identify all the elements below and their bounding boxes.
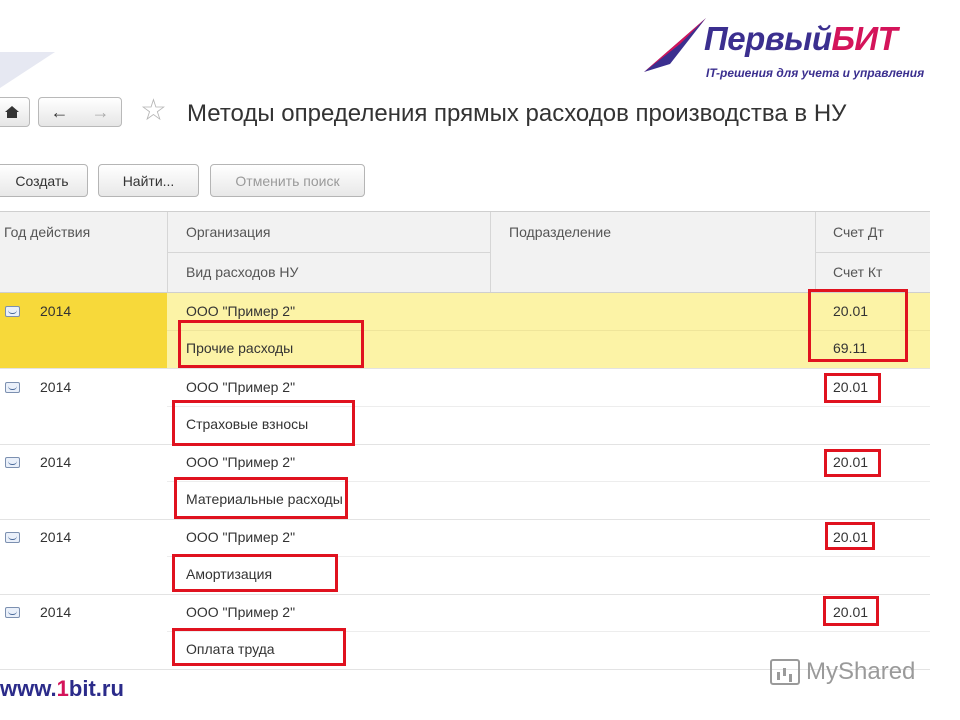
watermark-text: MyShared — [806, 658, 916, 685]
create-button[interactable]: Создать — [0, 164, 88, 197]
home-icon — [5, 106, 19, 118]
column-header-expense-type[interactable]: Вид расходов НУ — [186, 264, 298, 280]
record-icon — [5, 607, 20, 618]
logo-title: ПервыйБИТ — [704, 20, 898, 57]
highlight-box — [824, 373, 881, 403]
forward-arrow-icon[interactable]: → — [92, 103, 110, 121]
highlight-box — [172, 554, 338, 592]
footer-website-link[interactable]: www.1bit.ru — [0, 676, 124, 702]
record-icon — [5, 306, 20, 317]
column-header-year[interactable]: Год действия — [4, 224, 90, 240]
table-row[interactable]: 2014 ООО "Пример 2" Прочие расходы 20.01… — [0, 293, 930, 369]
highlight-box — [174, 477, 348, 519]
cancel-search-button[interactable]: Отменить поиск — [210, 164, 365, 197]
page-title: Методы определения прямых расходов произ… — [187, 100, 847, 127]
favorite-star-icon[interactable]: ☆ — [140, 96, 167, 126]
find-button[interactable]: Найти... — [98, 164, 199, 197]
year-cell: 2014 — [40, 454, 72, 470]
watermark: MyShared — [770, 658, 915, 686]
highlight-box — [178, 320, 364, 368]
table-row[interactable]: 2014 ООО "Пример 2" Страховые взносы 20.… — [0, 369, 930, 445]
background-decoration — [0, 52, 55, 88]
home-button[interactable] — [0, 97, 30, 127]
company-logo: ПервыйБИТ IT-решения для учета и управле… — [640, 14, 940, 84]
record-icon — [5, 532, 20, 543]
logo-subtitle: IT-решения для учета и управления — [706, 66, 925, 80]
highlight-box — [823, 596, 879, 626]
table-header: Год действия Организация Вид расходов НУ… — [0, 212, 930, 293]
logo-swoosh-icon — [644, 18, 706, 72]
column-header-organization[interactable]: Организация — [186, 224, 270, 240]
highlight-box — [825, 522, 875, 550]
column-header-department[interactable]: Подразделение — [509, 224, 611, 240]
chart-icon — [770, 659, 800, 685]
table-row[interactable]: 2014 ООО "Пример 2" Материальные расходы… — [0, 444, 930, 520]
highlight-box — [172, 400, 355, 446]
highlight-box — [824, 449, 881, 477]
column-header-account-dt[interactable]: Счет Дт — [833, 224, 884, 240]
record-icon — [5, 457, 20, 468]
highlight-box — [172, 628, 346, 666]
table-row[interactable]: 2014 ООО "Пример 2" Амортизация 20.01 — [0, 519, 930, 595]
year-cell: 2014 — [40, 303, 72, 319]
organization-cell: ООО "Пример 2" — [186, 529, 296, 545]
column-header-account-kt[interactable]: Счет Кт — [833, 264, 882, 280]
highlight-box — [808, 289, 908, 362]
year-cell: 2014 — [40, 604, 72, 620]
header-divider — [815, 252, 930, 253]
selected-year-cell — [0, 293, 167, 368]
organization-cell: ООО "Пример 2" — [186, 604, 296, 620]
back-arrow-icon[interactable]: ← — [51, 103, 69, 121]
year-cell: 2014 — [40, 379, 72, 395]
history-navigation: ← → — [38, 97, 122, 127]
organization-cell: ООО "Пример 2" — [186, 379, 296, 395]
column-divider — [490, 212, 491, 292]
methods-table: Год действия Организация Вид расходов НУ… — [0, 211, 930, 670]
year-cell: 2014 — [40, 529, 72, 545]
header-divider — [167, 252, 490, 253]
organization-cell: ООО "Пример 2" — [186, 454, 296, 470]
record-icon — [5, 382, 20, 393]
organization-cell: ООО "Пример 2" — [186, 303, 296, 319]
